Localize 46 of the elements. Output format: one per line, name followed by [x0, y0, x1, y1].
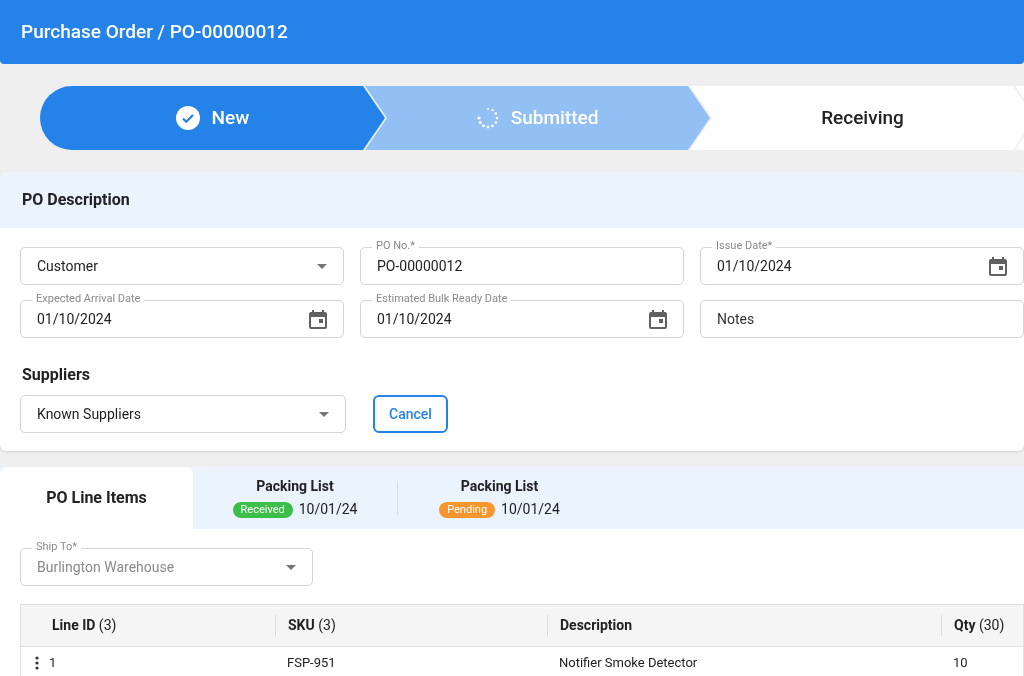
column-header: Description [547, 615, 941, 636]
field-value: 01/10/2024 [717, 256, 792, 276]
tab-date: 10/01/24 [298, 500, 358, 519]
tab[interactable]: Packing List Received 10/01/24 [193, 467, 397, 529]
dropdown-caret-icon [317, 263, 327, 269]
table-cell-text: Notifier Smoke Detector [559, 654, 698, 673]
status-badge: Pending [439, 501, 496, 518]
step-label: Submitted [510, 104, 599, 131]
tab-label: Packing List [256, 477, 334, 496]
field-value: Customer [37, 256, 98, 276]
table-cell-text: FSP-951 [287, 654, 336, 673]
column-header: SKU (3) [275, 615, 547, 636]
status-badge: Received [232, 501, 293, 518]
check-circle-icon [175, 106, 200, 130]
tab-label: PO Line Items [46, 487, 147, 509]
field-label: Expected Arrival Date [32, 292, 145, 306]
loading-spinner-icon [476, 107, 499, 129]
calendar-icon [309, 309, 327, 329]
field-value: Burlington Warehouse [37, 557, 175, 577]
cancel-button[interactable]: Cancel [373, 395, 448, 433]
step-label: New [211, 104, 250, 131]
select-field[interactable]: Customer [20, 247, 344, 285]
calendar-icon [989, 256, 1007, 276]
tab[interactable]: Packing List Pending 10/01/24 [397, 481, 601, 515]
field-value: 01/10/2024 [37, 309, 112, 329]
step-label: Receiving [821, 104, 904, 131]
dropdown-caret-icon [286, 564, 296, 570]
page-title: Purchase Order / PO-00000012 [21, 18, 288, 45]
more-options-icon[interactable] [35, 656, 39, 670]
table-cell-text: 10 [953, 654, 968, 673]
field-placeholder: Notes [717, 309, 755, 329]
select-field[interactable]: Known Suppliers [20, 395, 346, 433]
calendar-icon [649, 309, 667, 329]
section-title: PO Description [22, 189, 130, 211]
column-header: Line ID (3) [51, 616, 118, 635]
section-title: Suppliers [22, 365, 90, 384]
field-value: PO-00000012 [377, 256, 463, 276]
tab[interactable]: PO Line Items [0, 467, 193, 529]
field-label: Ship To* [32, 540, 81, 554]
field-label: Estimated Bulk Ready Date [372, 292, 512, 306]
table-cell-text: 1 [49, 654, 57, 673]
column-header: Qty (30) [941, 615, 1024, 636]
field-value: Known Suppliers [37, 404, 142, 424]
dropdown-caret-icon [319, 411, 329, 417]
field-value: 01/10/2024 [377, 309, 452, 329]
input-field[interactable]: Notes [700, 300, 1024, 338]
